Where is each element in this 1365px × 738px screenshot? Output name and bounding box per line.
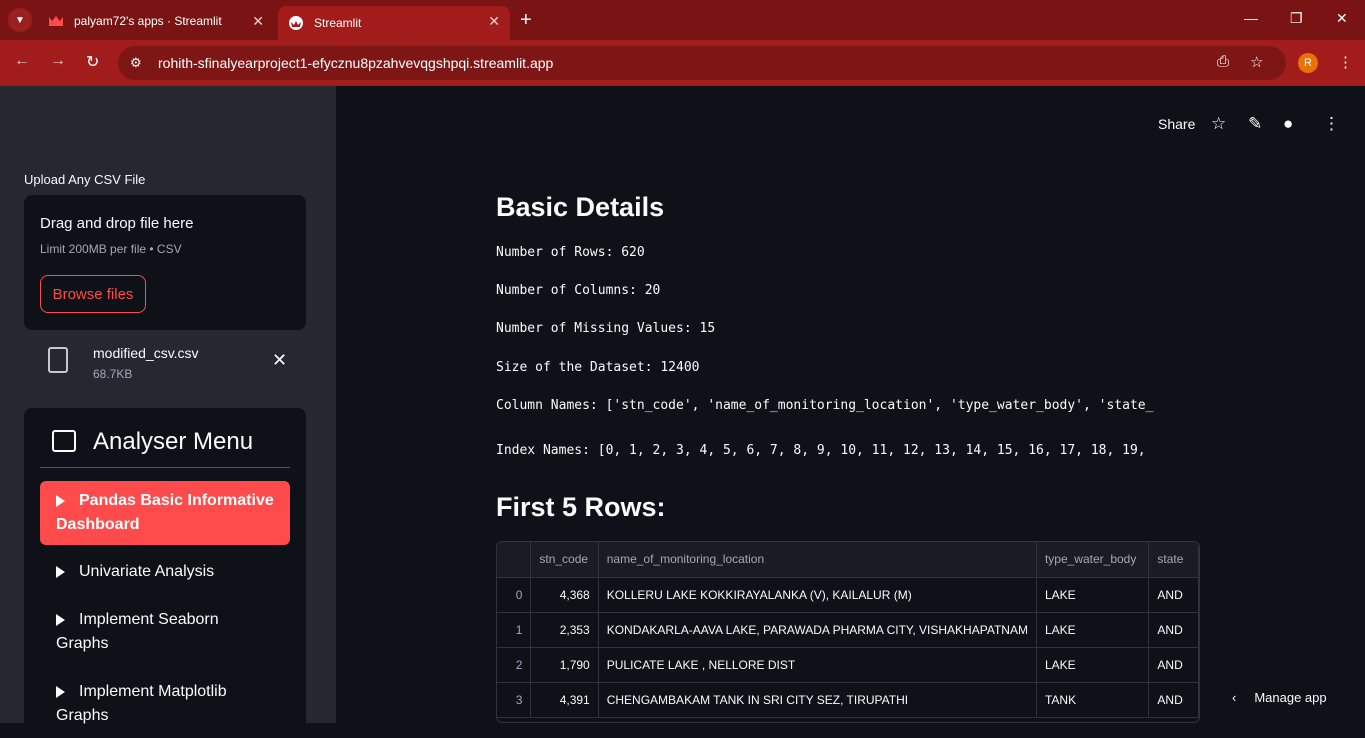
file-icon <box>48 347 68 373</box>
tab-close-icon[interactable]: ✕ <box>252 13 264 30</box>
star-icon[interactable]: ☆ <box>1211 114 1226 134</box>
caret-right-icon <box>56 613 65 626</box>
table-cell[interactable]: AND <box>1148 577 1199 613</box>
window-close-icon[interactable]: ✕ <box>1336 10 1348 27</box>
remove-file-icon[interactable]: ✕ <box>272 350 287 371</box>
dataset-size: Size of the Dataset: 12400 <box>496 360 700 375</box>
menu-item-seaborn[interactable]: Implement Seaborn Graphs <box>40 608 290 656</box>
streamlit-favicon-icon <box>48 13 64 29</box>
github-icon[interactable]: ● <box>1283 114 1293 134</box>
browser-menu-icon[interactable]: ⋮ <box>1338 53 1353 71</box>
table-row: 2 1,790 PULICATE LAKE , NELLORE DIST LAK… <box>497 647 1199 683</box>
restore-icon[interactable]: ❐ <box>1290 10 1303 27</box>
table-cell[interactable]: TANK <box>1036 682 1150 718</box>
basic-details-heading: Basic Details <box>496 192 665 222</box>
minimize-icon[interactable]: — <box>1244 10 1258 26</box>
tab-title: palyam72's apps · Streamlit <box>74 14 222 28</box>
column-header[interactable] <box>497 542 532 578</box>
menu-item-label: Implement Seaborn Graphs <box>56 611 219 652</box>
columns-count: Number of Columns: 20 <box>496 283 661 298</box>
table-cell[interactable]: 4,391 <box>530 682 599 718</box>
rows-count: Number of Rows: 620 <box>496 245 645 260</box>
url-input[interactable]: rohith-sfinalyearproject1-efycznu8pzahve… <box>118 46 1286 80</box>
menu-list-icon <box>52 430 76 452</box>
index-names: Index Names: [0, 1, 2, 3, 4, 5, 6, 7, 8,… <box>496 443 1146 458</box>
caret-right-icon <box>56 565 65 578</box>
table-cell[interactable]: LAKE <box>1036 647 1150 683</box>
menu-item-label: Pandas Basic Informative Dashboard <box>56 492 274 533</box>
first-rows-heading: First 5 Rows: <box>496 492 666 522</box>
table-cell[interactable]: 1 <box>497 612 532 648</box>
missing-values: Number of Missing Values: 15 <box>496 321 716 336</box>
table-cell[interactable]: 2,353 <box>530 612 599 648</box>
app-menu-icon[interactable]: ⋮ <box>1323 114 1340 134</box>
column-header[interactable]: name_of_monitoring_location <box>598 542 1037 578</box>
table-cell[interactable]: KOLLERU LAKE KOKKIRAYALANKA (V), KAILALU… <box>598 577 1037 613</box>
upload-label: Upload Any CSV File <box>24 172 146 187</box>
dataframe-table[interactable]: stn_code name_of_monitoring_location typ… <box>496 541 1200 723</box>
install-app-icon[interactable]: ⎙ <box>1217 53 1229 70</box>
caret-right-icon <box>56 685 65 698</box>
analyser-menu: Analyser Menu Pandas Basic Informative D… <box>24 408 306 738</box>
table-cell[interactable]: 2 <box>497 647 532 683</box>
table-row: 0 4,368 KOLLERU LAKE KOKKIRAYALANKA (V),… <box>497 577 1199 613</box>
tab-search-button[interactable]: ▼ <box>8 8 32 32</box>
streamlit-favicon-icon <box>288 15 304 31</box>
column-header[interactable]: stn_code <box>530 542 599 578</box>
menu-item-pandas-dashboard[interactable]: Pandas Basic Informative Dashboard <box>40 481 290 545</box>
menu-title: Analyser Menu <box>93 428 254 455</box>
chevron-left-icon: ‹ <box>1232 690 1237 705</box>
table-cell[interactable]: 0 <box>497 577 532 613</box>
dropzone-limit: Limit 200MB per file • CSV <box>40 242 182 256</box>
table-cell[interactable]: LAKE <box>1036 612 1150 648</box>
table-cell[interactable]: KONDAKARLA-AAVA LAKE, PARAWADA PHARMA CI… <box>598 612 1037 648</box>
share-button[interactable]: Share <box>1158 116 1195 132</box>
table-cell[interactable]: 1,790 <box>530 647 599 683</box>
manage-app-button[interactable]: ‹ Manage app <box>1232 690 1327 705</box>
browse-files-button[interactable]: Browse files <box>40 275 146 313</box>
dropzone-title: Drag and drop file here <box>40 215 194 232</box>
uploaded-file-name: modified_csv.csv <box>93 345 199 361</box>
manage-app-label: Manage app <box>1254 690 1327 705</box>
table-row: 3 4,391 CHENGAMBAKAM TANK IN SRI CITY SE… <box>497 682 1199 718</box>
tab-close-icon[interactable]: ✕ <box>488 13 500 30</box>
bookmark-star-icon[interactable]: ☆ <box>1250 53 1263 71</box>
table-cell[interactable]: AND <box>1148 647 1199 683</box>
table-cell[interactable]: AND <box>1148 612 1199 648</box>
table-cell[interactable]: 3 <box>497 682 532 718</box>
edit-pencil-icon[interactable]: ✎ <box>1248 114 1262 134</box>
table-row: 1 2,353 KONDAKARLA-AAVA LAKE, PARAWADA P… <box>497 612 1199 648</box>
table-cell[interactable]: AND <box>1148 682 1199 718</box>
menu-item-label: Implement Matplotlib Graphs <box>56 683 227 724</box>
browser-tab-apps[interactable]: palyam72's apps · Streamlit ✕ <box>38 6 274 36</box>
column-names: Column Names: ['stn_code', 'name_of_moni… <box>496 398 1154 413</box>
new-tab-icon[interactable]: + <box>520 9 532 32</box>
forward-icon[interactable]: → <box>50 52 66 70</box>
menu-item-label: Univariate Analysis <box>79 563 215 580</box>
column-header[interactable]: type_water_body <box>1036 542 1150 578</box>
browser-tab-streamlit[interactable]: Streamlit ✕ <box>278 6 510 40</box>
table-cell[interactable]: CHENGAMBAKAM TANK IN SRI CITY SEZ, TIRUP… <box>598 682 1037 718</box>
tab-title: Streamlit <box>314 16 362 30</box>
table-cell[interactable]: PULICATE LAKE , NELLORE DIST <box>598 647 1037 683</box>
back-icon[interactable]: ← <box>14 52 30 70</box>
table-cell[interactable]: 4,368 <box>530 577 599 613</box>
column-header[interactable]: state <box>1148 542 1199 578</box>
file-dropzone[interactable]: Drag and drop file here Limit 200MB per … <box>24 195 306 330</box>
profile-avatar[interactable]: R <box>1298 53 1318 73</box>
menu-item-univariate[interactable]: Univariate Analysis <box>40 560 290 584</box>
caret-right-icon <box>56 494 65 507</box>
menu-divider <box>40 467 290 468</box>
table-header-row: stn_code name_of_monitoring_location typ… <box>497 542 1199 578</box>
site-info-icon[interactable]: ⚙ <box>130 55 142 71</box>
menu-item-matplotlib[interactable]: Implement Matplotlib Graphs <box>40 680 290 728</box>
table-cell[interactable]: LAKE <box>1036 577 1150 613</box>
uploaded-file-size: 68.7KB <box>93 367 133 381</box>
reload-icon[interactable]: ↻ <box>86 52 99 72</box>
